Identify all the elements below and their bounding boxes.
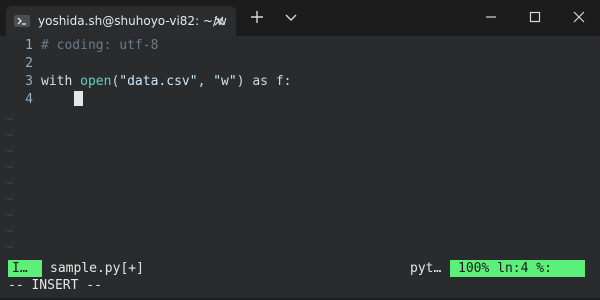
code-rest: ) as f:	[236, 74, 292, 89]
empty-line-marker: ~	[6, 112, 14, 126]
comma-separator: ,	[197, 74, 214, 89]
terminal-icon	[14, 15, 30, 27]
keyword-with: with	[41, 74, 73, 89]
chevron-down-icon[interactable]	[282, 8, 300, 26]
empty-line-marker: ~	[6, 208, 14, 222]
line-number: 4	[25, 92, 33, 107]
vim-statusline: I… sample.py[+] pyt… 100% ln:4 %:	[8, 260, 592, 277]
minimize-icon[interactable]	[482, 8, 500, 26]
cursor-position: 100% ln:4 %:	[450, 260, 585, 277]
line-number: 3	[25, 74, 33, 89]
mode-indicator: I…	[8, 260, 42, 277]
file-type: pyt…	[410, 261, 442, 276]
empty-line-marker: ~	[6, 176, 14, 190]
plus-icon[interactable]	[248, 8, 266, 26]
tab-title: yoshida.sh@shuhoyo-vi82: ~/w	[38, 14, 227, 28]
editor-line-3: 3 with open("data.csv", "w") as f:	[0, 73, 292, 90]
empty-line-marker: ~	[6, 160, 14, 174]
empty-line-marker: ~	[6, 128, 14, 142]
line-number: 2	[25, 56, 33, 71]
empty-line-marker: ~	[6, 240, 14, 254]
empty-line-marker: ~	[6, 144, 14, 158]
editor-line-2: 2	[0, 55, 41, 72]
empty-line-marker: ~	[6, 192, 14, 206]
line-number: 1	[25, 38, 33, 53]
vim-cmdline: -- INSERT --	[8, 278, 102, 293]
maximize-icon[interactable]	[526, 8, 544, 26]
builtin-open: open	[80, 74, 112, 89]
code-comment: # coding: utf-8	[41, 38, 159, 53]
window-titlebar: yoshida.sh@shuhoyo-vi82: ~/w	[0, 0, 600, 36]
string-arg-mode: "w"	[213, 74, 237, 89]
editor-line-4: 4	[0, 91, 41, 108]
close-tab-icon[interactable]	[212, 13, 226, 27]
file-name: sample.py[+]	[50, 261, 144, 276]
close-icon[interactable]	[570, 8, 588, 26]
empty-line-marker: ~	[6, 224, 14, 238]
vim-editor[interactable]: 1 # coding: utf-8 2 3 with open("data.csv"…	[0, 36, 600, 298]
text-cursor	[74, 91, 83, 106]
terminal-tab[interactable]: yoshida.sh@shuhoyo-vi82: ~/w	[6, 6, 236, 36]
string-arg-filename: "data.csv"	[119, 74, 198, 89]
editor-line-1: 1 # coding: utf-8	[0, 37, 158, 54]
